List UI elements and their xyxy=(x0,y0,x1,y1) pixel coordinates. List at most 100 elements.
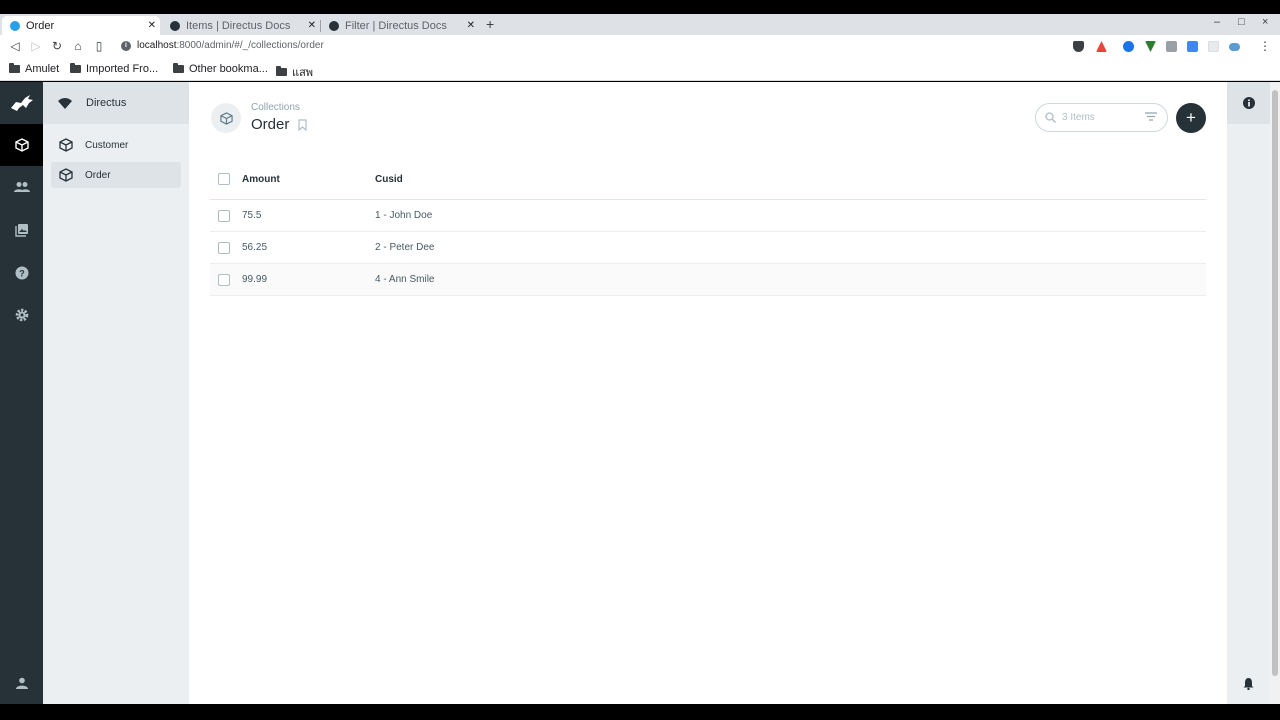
browser-toolbar: ◁ ▷ ↻ ⌂ ▯ i localhost:8000/admin/#/_/col… xyxy=(0,35,1280,59)
table-header: Amount Cusid xyxy=(210,159,1206,200)
row-checkbox[interactable] xyxy=(218,241,230,254)
wifi-icon xyxy=(58,97,72,109)
table-row[interactable]: 56.25 2 - Peter Dee xyxy=(210,232,1206,264)
camera-icon[interactable] xyxy=(1166,41,1177,52)
back-icon[interactable]: ◁ xyxy=(8,39,22,53)
bookmark-thai[interactable]: แสพ xyxy=(276,63,313,81)
cube-icon xyxy=(59,168,73,182)
bookmark-label: แสพ xyxy=(292,67,314,79)
project-name: Directus xyxy=(86,97,127,109)
docs-favicon-icon xyxy=(329,20,339,31)
project-switcher[interactable]: Directus xyxy=(43,82,189,124)
tab-label: Filter | Directus Docs xyxy=(345,19,447,32)
add-item-button[interactable]: + xyxy=(1176,103,1206,133)
translate-icon[interactable] xyxy=(1187,41,1198,52)
rail-settings[interactable] xyxy=(0,294,43,336)
directus-favicon-icon xyxy=(10,20,20,31)
tab-label: Order xyxy=(26,19,55,32)
directus-logo[interactable] xyxy=(0,82,43,124)
tab-label: Items | Directus Docs xyxy=(186,19,291,32)
rail-help[interactable]: ? xyxy=(0,252,43,294)
address-bar[interactable]: i localhost:8000/admin/#/_/collections/o… xyxy=(121,40,324,51)
close-tab-icon[interactable]: ✕ xyxy=(467,20,475,31)
bookmark-icon[interactable] xyxy=(298,118,307,131)
directus-app: ? Directus Customer Order Collections Or… xyxy=(0,82,1280,704)
url-path: :8000/admin/#/_/collections/order xyxy=(176,40,324,51)
bookmarks-bar: Amulet Imported Fro... Other bookma... แ… xyxy=(0,59,1280,81)
cell-amount: 56.25 xyxy=(242,242,268,253)
reload-icon[interactable]: ↻ xyxy=(50,39,64,53)
brave-shield-icon[interactable] xyxy=(1073,41,1084,52)
tab-order[interactable]: Order ✕ xyxy=(2,16,160,35)
nav-item-order[interactable]: Order xyxy=(51,162,181,188)
search-icon xyxy=(1045,112,1056,123)
column-header-cusid[interactable]: Cusid xyxy=(375,174,403,185)
search-box[interactable] xyxy=(1035,103,1168,132)
row-checkbox[interactable] xyxy=(218,209,230,222)
notifications-button[interactable] xyxy=(1227,662,1270,704)
column-header-amount[interactable]: Amount xyxy=(242,174,280,185)
search-input[interactable] xyxy=(1062,112,1142,123)
filter-icon[interactable] xyxy=(1145,112,1157,121)
cell-cusid: 4 - Ann Smile xyxy=(375,274,435,285)
menu-icon[interactable]: ⋮ xyxy=(1258,39,1272,53)
extension-blank-icon[interactable] xyxy=(1208,41,1219,52)
bookmark-page-icon[interactable]: ▯ xyxy=(92,39,106,53)
close-window-button[interactable]: × xyxy=(1262,16,1268,28)
minimize-button[interactable]: – xyxy=(1214,16,1220,28)
rail-files[interactable] xyxy=(0,209,43,251)
browser-tab-bar: Order ✕ Items | Directus Docs ✕ Filter |… xyxy=(0,14,1280,35)
cell-amount: 99.99 xyxy=(242,274,268,285)
cell-amount: 75.5 xyxy=(242,210,262,221)
cloud-icon[interactable] xyxy=(1229,43,1240,51)
bookmark-imported[interactable]: Imported Fro... xyxy=(70,63,158,75)
close-tab-icon[interactable]: ✕ xyxy=(148,20,156,31)
help-icon: ? xyxy=(15,266,28,280)
tab-filter-docs[interactable]: Filter | Directus Docs ✕ xyxy=(321,16,479,35)
close-tab-icon[interactable]: ✕ xyxy=(308,20,316,31)
rail-users[interactable] xyxy=(0,166,43,208)
url-host: localhost xyxy=(137,40,177,51)
page-scrollbar[interactable] xyxy=(1270,82,1280,704)
extension-blue-icon[interactable] xyxy=(1123,41,1134,52)
folder-icon xyxy=(70,63,81,73)
select-all-checkbox[interactable] xyxy=(218,173,230,185)
table-row[interactable]: 99.99 4 - Ann Smile xyxy=(210,264,1206,296)
home-icon[interactable]: ⌂ xyxy=(71,39,85,53)
main-content: Collections Order + xyxy=(189,82,1227,704)
scrollbar-thumb[interactable] xyxy=(1272,90,1278,676)
items-table: Amount Cusid 75.5 1 - John Doe 56.25 2 -… xyxy=(210,159,1206,296)
info-toggle[interactable] xyxy=(1227,82,1270,124)
rail-user-profile[interactable] xyxy=(0,662,43,704)
images-icon xyxy=(14,224,28,237)
row-checkbox[interactable] xyxy=(218,273,230,286)
svg-text:?: ? xyxy=(19,269,25,279)
rail-collections[interactable] xyxy=(0,124,43,166)
rabbit-logo-icon xyxy=(10,95,33,111)
screen: Order ✕ Items | Directus Docs ✕ Filter |… xyxy=(0,0,1280,720)
cell-cusid: 2 - Peter Dee xyxy=(375,242,435,253)
bookmark-other[interactable]: Other bookma... xyxy=(173,63,268,75)
site-info-icon[interactable]: i xyxy=(121,40,131,51)
module-rail: ? xyxy=(0,82,43,704)
bookmark-amulet[interactable]: Amulet xyxy=(9,63,59,75)
cube-icon xyxy=(219,111,233,125)
cube-icon xyxy=(59,138,73,152)
info-icon xyxy=(1242,97,1255,109)
tab-items-docs[interactable]: Items | Directus Docs ✕ xyxy=(162,16,320,35)
vue-devtools-icon[interactable] xyxy=(1145,41,1156,52)
nav-item-customer[interactable]: Customer xyxy=(51,132,181,158)
info-sidebar xyxy=(1227,82,1270,704)
tab-separator xyxy=(320,20,321,32)
bell-icon xyxy=(1243,677,1254,690)
forward-icon[interactable]: ▷ xyxy=(29,39,43,53)
table-row[interactable]: 75.5 1 - John Doe xyxy=(210,200,1206,232)
page-title: Order xyxy=(251,116,290,133)
brave-rewards-icon[interactable] xyxy=(1096,41,1107,52)
maximize-button[interactable]: □ xyxy=(1238,16,1245,28)
person-icon xyxy=(15,677,28,689)
new-tab-button[interactable]: + xyxy=(486,16,494,32)
breadcrumb[interactable]: Collections xyxy=(251,102,300,113)
nav-item-label: Order xyxy=(85,169,111,181)
users-icon xyxy=(13,182,30,192)
